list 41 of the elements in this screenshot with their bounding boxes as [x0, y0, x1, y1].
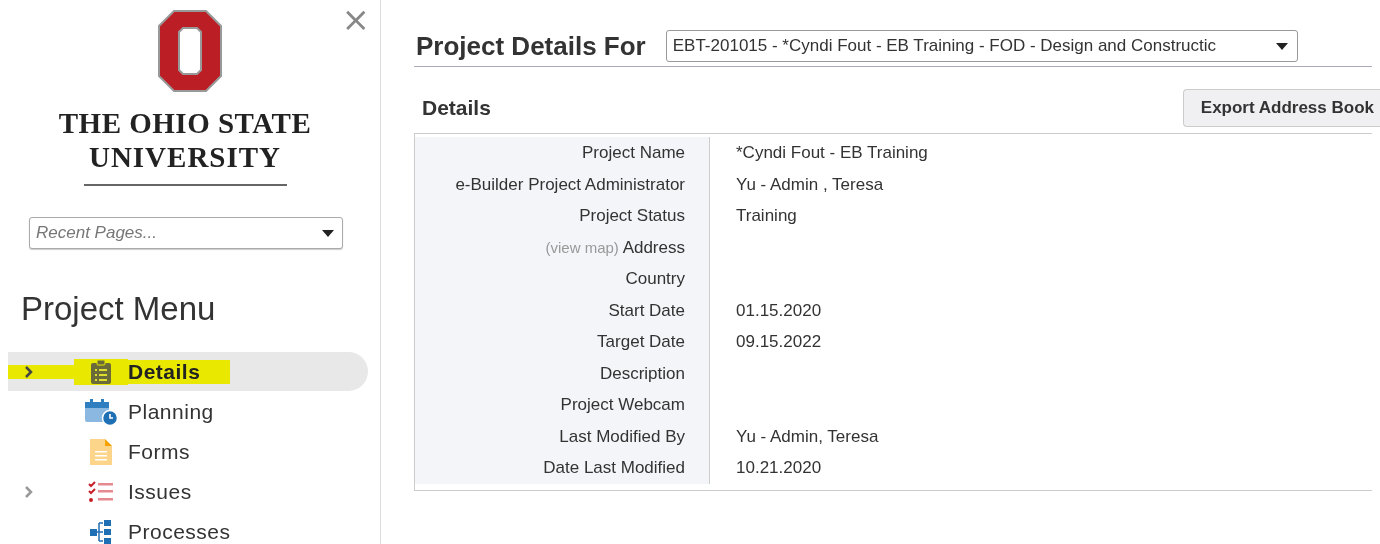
calendar-clock-icon [84, 397, 118, 426]
close-button[interactable]: × [341, 2, 370, 36]
field-value: 01.15.2020 [736, 300, 822, 320]
field-label: Address [622, 237, 685, 257]
field-value: *Cyndi Fout - EB Training [736, 143, 928, 162]
field-value: 10.21.2020 [736, 458, 822, 477]
export-button[interactable]: Export Address Book [1182, 89, 1380, 127]
menu-heading: Project Menu [21, 289, 217, 329]
caret-icon [1275, 42, 1288, 50]
field-label: Project Status [579, 206, 685, 225]
field-label: Country [625, 269, 685, 288]
chevron-icon[interactable] [24, 364, 34, 379]
field-value: Training [736, 206, 797, 225]
menu-item[interactable]: Processes [8, 512, 368, 544]
logo-text: UNIVERSITY [88, 140, 282, 174]
recent-pages-dropdown[interactable]: Recent Pages... [29, 217, 343, 249]
checklist-icon [88, 479, 114, 504]
menu-item[interactable]: Issues [8, 472, 368, 511]
field-label: Date Last Modified [543, 458, 685, 477]
project-dropdown[interactable]: EBT-201015 - *Cyndi Fout - EB Training - FOD - Design and Constructic [665, 30, 1298, 62]
menu-item[interactable]: Planning [8, 392, 368, 431]
menu-item[interactable]: Details [8, 352, 368, 391]
field-label: Project Webcam [560, 395, 685, 414]
field-label: Description [599, 363, 685, 383]
menu-item[interactable]: Forms [8, 432, 368, 471]
section-title: Details [422, 96, 491, 120]
page-title: Project Details For [416, 30, 646, 62]
caret-icon [322, 230, 334, 237]
document-icon [89, 437, 113, 466]
field-label: Last Modified By [559, 426, 685, 446]
field-value: Yu - Admin, Teresa [736, 426, 879, 446]
flowchart-icon [89, 518, 113, 544]
field-value: Yu - Admin , Teresa [736, 174, 884, 194]
clipboard-icon [90, 358, 112, 385]
block-o-logo-icon [158, 10, 222, 92]
field-label: Target Date [597, 332, 685, 351]
field-label: Project Name [582, 143, 685, 162]
field-value: 09.15.2022 [736, 332, 822, 351]
logo-text: THE OHIO STATE [58, 106, 312, 140]
field-label: Start Date [608, 300, 685, 320]
field-label: e-Builder Project Administrator [455, 174, 685, 194]
